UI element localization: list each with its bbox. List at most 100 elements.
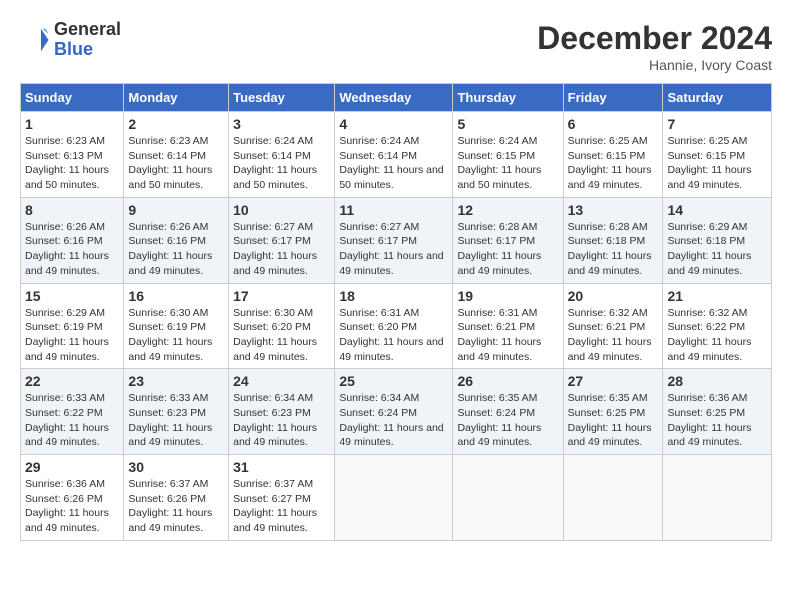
day-number: 30 bbox=[128, 459, 224, 475]
calendar-cell: 8 Sunrise: 6:26 AMSunset: 6:16 PMDayligh… bbox=[21, 197, 124, 283]
day-info: Sunrise: 6:36 AMSunset: 6:25 PMDaylight:… bbox=[667, 391, 767, 450]
day-number: 10 bbox=[233, 202, 330, 218]
calendar-cell: 10 Sunrise: 6:27 AMSunset: 6:17 PMDaylig… bbox=[229, 197, 335, 283]
weekday-header: Monday bbox=[124, 84, 229, 112]
day-number: 27 bbox=[568, 373, 659, 389]
day-number: 21 bbox=[667, 288, 767, 304]
weekday-header: Friday bbox=[563, 84, 663, 112]
calendar-cell: 14 Sunrise: 6:29 AMSunset: 6:18 PMDaylig… bbox=[663, 197, 772, 283]
day-number: 26 bbox=[457, 373, 558, 389]
calendar-week-row: 1 Sunrise: 6:23 AMSunset: 6:13 PMDayligh… bbox=[21, 112, 772, 198]
weekday-header: Wednesday bbox=[335, 84, 453, 112]
day-info: Sunrise: 6:24 AMSunset: 6:14 PMDaylight:… bbox=[339, 134, 448, 193]
weekday-header: Thursday bbox=[453, 84, 563, 112]
title-block: December 2024 Hannie, Ivory Coast bbox=[537, 20, 772, 73]
calendar-cell: 15 Sunrise: 6:29 AMSunset: 6:19 PMDaylig… bbox=[21, 283, 124, 369]
day-info: Sunrise: 6:24 AMSunset: 6:15 PMDaylight:… bbox=[457, 134, 558, 193]
day-number: 16 bbox=[128, 288, 224, 304]
day-info: Sunrise: 6:24 AMSunset: 6:14 PMDaylight:… bbox=[233, 134, 330, 193]
calendar-cell: 4 Sunrise: 6:24 AMSunset: 6:14 PMDayligh… bbox=[335, 112, 453, 198]
logo: General Blue bbox=[20, 20, 121, 60]
logo-line1: General bbox=[54, 20, 121, 40]
calendar-cell: 9 Sunrise: 6:26 AMSunset: 6:16 PMDayligh… bbox=[124, 197, 229, 283]
weekday-header-row: SundayMondayTuesdayWednesdayThursdayFrid… bbox=[21, 84, 772, 112]
calendar-cell: 16 Sunrise: 6:30 AMSunset: 6:19 PMDaylig… bbox=[124, 283, 229, 369]
calendar-cell bbox=[563, 455, 663, 541]
calendar-week-row: 22 Sunrise: 6:33 AMSunset: 6:22 PMDaylig… bbox=[21, 369, 772, 455]
day-number: 24 bbox=[233, 373, 330, 389]
day-info: Sunrise: 6:35 AMSunset: 6:25 PMDaylight:… bbox=[568, 391, 659, 450]
calendar-week-row: 15 Sunrise: 6:29 AMSunset: 6:19 PMDaylig… bbox=[21, 283, 772, 369]
day-number: 11 bbox=[339, 202, 448, 218]
day-number: 5 bbox=[457, 116, 558, 132]
day-info: Sunrise: 6:25 AMSunset: 6:15 PMDaylight:… bbox=[667, 134, 767, 193]
weekday-header: Sunday bbox=[21, 84, 124, 112]
day-info: Sunrise: 6:32 AMSunset: 6:22 PMDaylight:… bbox=[667, 306, 767, 365]
calendar-cell: 25 Sunrise: 6:34 AMSunset: 6:24 PMDaylig… bbox=[335, 369, 453, 455]
calendar-cell: 30 Sunrise: 6:37 AMSunset: 6:26 PMDaylig… bbox=[124, 455, 229, 541]
calendar-cell: 5 Sunrise: 6:24 AMSunset: 6:15 PMDayligh… bbox=[453, 112, 563, 198]
calendar-cell bbox=[335, 455, 453, 541]
day-number: 13 bbox=[568, 202, 659, 218]
day-number: 14 bbox=[667, 202, 767, 218]
calendar-cell bbox=[663, 455, 772, 541]
calendar-cell: 17 Sunrise: 6:30 AMSunset: 6:20 PMDaylig… bbox=[229, 283, 335, 369]
day-number: 3 bbox=[233, 116, 330, 132]
day-number: 12 bbox=[457, 202, 558, 218]
day-number: 7 bbox=[667, 116, 767, 132]
calendar-cell: 21 Sunrise: 6:32 AMSunset: 6:22 PMDaylig… bbox=[663, 283, 772, 369]
calendar-cell: 24 Sunrise: 6:34 AMSunset: 6:23 PMDaylig… bbox=[229, 369, 335, 455]
day-info: Sunrise: 6:35 AMSunset: 6:24 PMDaylight:… bbox=[457, 391, 558, 450]
day-number: 23 bbox=[128, 373, 224, 389]
calendar-cell: 18 Sunrise: 6:31 AMSunset: 6:20 PMDaylig… bbox=[335, 283, 453, 369]
month-title: December 2024 bbox=[537, 20, 772, 57]
day-info: Sunrise: 6:34 AMSunset: 6:23 PMDaylight:… bbox=[233, 391, 330, 450]
day-info: Sunrise: 6:30 AMSunset: 6:19 PMDaylight:… bbox=[128, 306, 224, 365]
calendar-cell: 1 Sunrise: 6:23 AMSunset: 6:13 PMDayligh… bbox=[21, 112, 124, 198]
calendar-cell: 27 Sunrise: 6:35 AMSunset: 6:25 PMDaylig… bbox=[563, 369, 663, 455]
calendar-cell: 29 Sunrise: 6:36 AMSunset: 6:26 PMDaylig… bbox=[21, 455, 124, 541]
calendar-cell: 19 Sunrise: 6:31 AMSunset: 6:21 PMDaylig… bbox=[453, 283, 563, 369]
day-info: Sunrise: 6:31 AMSunset: 6:21 PMDaylight:… bbox=[457, 306, 558, 365]
day-info: Sunrise: 6:33 AMSunset: 6:23 PMDaylight:… bbox=[128, 391, 224, 450]
day-number: 29 bbox=[25, 459, 119, 475]
day-info: Sunrise: 6:30 AMSunset: 6:20 PMDaylight:… bbox=[233, 306, 330, 365]
weekday-header: Saturday bbox=[663, 84, 772, 112]
day-info: Sunrise: 6:32 AMSunset: 6:21 PMDaylight:… bbox=[568, 306, 659, 365]
calendar-cell: 22 Sunrise: 6:33 AMSunset: 6:22 PMDaylig… bbox=[21, 369, 124, 455]
calendar-cell: 6 Sunrise: 6:25 AMSunset: 6:15 PMDayligh… bbox=[563, 112, 663, 198]
day-number: 20 bbox=[568, 288, 659, 304]
day-info: Sunrise: 6:27 AMSunset: 6:17 PMDaylight:… bbox=[233, 220, 330, 279]
calendar-cell: 3 Sunrise: 6:24 AMSunset: 6:14 PMDayligh… bbox=[229, 112, 335, 198]
calendar-week-row: 29 Sunrise: 6:36 AMSunset: 6:26 PMDaylig… bbox=[21, 455, 772, 541]
day-number: 9 bbox=[128, 202, 224, 218]
day-number: 17 bbox=[233, 288, 330, 304]
calendar-cell: 12 Sunrise: 6:28 AMSunset: 6:17 PMDaylig… bbox=[453, 197, 563, 283]
calendar-cell: 28 Sunrise: 6:36 AMSunset: 6:25 PMDaylig… bbox=[663, 369, 772, 455]
day-info: Sunrise: 6:23 AMSunset: 6:13 PMDaylight:… bbox=[25, 134, 119, 193]
day-number: 25 bbox=[339, 373, 448, 389]
day-number: 4 bbox=[339, 116, 448, 132]
day-info: Sunrise: 6:29 AMSunset: 6:19 PMDaylight:… bbox=[25, 306, 119, 365]
day-info: Sunrise: 6:25 AMSunset: 6:15 PMDaylight:… bbox=[568, 134, 659, 193]
day-info: Sunrise: 6:36 AMSunset: 6:26 PMDaylight:… bbox=[25, 477, 119, 536]
day-info: Sunrise: 6:26 AMSunset: 6:16 PMDaylight:… bbox=[128, 220, 224, 279]
calendar-cell: 20 Sunrise: 6:32 AMSunset: 6:21 PMDaylig… bbox=[563, 283, 663, 369]
calendar-cell: 13 Sunrise: 6:28 AMSunset: 6:18 PMDaylig… bbox=[563, 197, 663, 283]
weekday-header: Tuesday bbox=[229, 84, 335, 112]
day-info: Sunrise: 6:23 AMSunset: 6:14 PMDaylight:… bbox=[128, 134, 224, 193]
calendar-cell: 2 Sunrise: 6:23 AMSunset: 6:14 PMDayligh… bbox=[124, 112, 229, 198]
day-number: 18 bbox=[339, 288, 448, 304]
calendar-cell: 23 Sunrise: 6:33 AMSunset: 6:23 PMDaylig… bbox=[124, 369, 229, 455]
logo-icon bbox=[20, 25, 50, 55]
day-number: 6 bbox=[568, 116, 659, 132]
day-number: 1 bbox=[25, 116, 119, 132]
calendar-cell: 26 Sunrise: 6:35 AMSunset: 6:24 PMDaylig… bbox=[453, 369, 563, 455]
calendar-cell: 7 Sunrise: 6:25 AMSunset: 6:15 PMDayligh… bbox=[663, 112, 772, 198]
day-info: Sunrise: 6:28 AMSunset: 6:17 PMDaylight:… bbox=[457, 220, 558, 279]
day-number: 2 bbox=[128, 116, 224, 132]
calendar-table: SundayMondayTuesdayWednesdayThursdayFrid… bbox=[20, 83, 772, 541]
day-info: Sunrise: 6:34 AMSunset: 6:24 PMDaylight:… bbox=[339, 391, 448, 450]
calendar-cell bbox=[453, 455, 563, 541]
day-info: Sunrise: 6:33 AMSunset: 6:22 PMDaylight:… bbox=[25, 391, 119, 450]
